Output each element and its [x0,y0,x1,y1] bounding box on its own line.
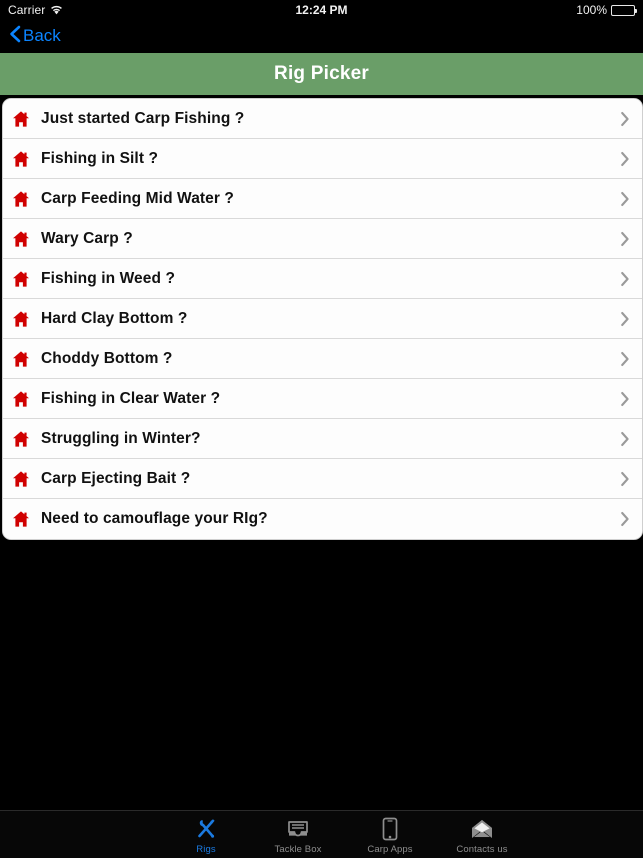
list-item[interactable]: Struggling in Winter? [3,419,642,459]
chevron-right-icon[interactable] [620,311,630,327]
status-bar-left: Carrier [8,3,63,17]
chevron-right-icon[interactable] [620,431,630,447]
list-item[interactable]: Carp Feeding Mid Water ? [3,179,642,219]
list-item-label: Choddy Bottom ? [41,349,173,367]
tab-rigs[interactable]: Rigs [160,811,252,858]
list-item-label: Fishing in Silt ? [41,149,159,167]
chevron-right-icon[interactable] [620,151,630,167]
page-title: Rig Picker [274,63,369,84]
list-item-label: Carp Ejecting Bait ? [41,469,191,487]
chevron-right-icon[interactable] [620,111,630,127]
phone-icon [381,816,399,842]
battery-full-icon [611,4,637,16]
envelope-icon [470,816,494,842]
list-item-label: Carp Feeding Mid Water ? [41,189,235,207]
list-item[interactable]: Choddy Bottom ? [3,339,642,379]
tab-label: Tackle Box [274,844,322,855]
content-area: Just started Carp Fishing ? Fishing in Si… [0,95,643,810]
home-icon [11,309,31,329]
tab-label: Rigs [196,844,216,855]
list-item[interactable]: Fishing in Clear Water ? [3,379,642,419]
list-item[interactable]: Just started Carp Fishing ? [3,99,642,139]
chevron-left-icon [9,24,21,49]
list-item[interactable]: Wary Carp ? [3,219,642,259]
tab-label: Contacts us [456,844,508,855]
rig-list: Just started Carp Fishing ? Fishing in Si… [2,98,643,540]
list-item[interactable]: Carp Ejecting Bait ? [3,459,642,499]
home-icon [11,189,31,209]
list-item[interactable]: Fishing in Silt ? [3,139,642,179]
list-item-label: Wary Carp ? [41,229,133,247]
back-button[interactable]: Back [9,24,61,49]
list-item-label: Fishing in Clear Water ? [41,389,221,407]
header-bar: Rig Picker [0,52,643,95]
status-bar-right: 100% [576,3,637,17]
clock-label: 12:24 PM [295,3,348,17]
home-icon [11,229,31,249]
home-icon [11,149,31,169]
tab-bar-spacer [0,811,160,858]
chevron-right-icon[interactable] [620,351,630,367]
tab-label: Carp Apps [367,844,413,855]
chevron-right-icon[interactable] [620,191,630,207]
list-item-label: Hard Clay Bottom ? [41,309,188,327]
home-icon [11,389,31,409]
list-item-label: Fishing in Weed ? [41,269,176,287]
status-bar: Carrier 12:24 PM 100% [0,0,643,20]
tools-icon [194,816,218,842]
tab-carp-apps[interactable]: Carp Apps [344,811,436,858]
back-button-label: Back [23,26,61,45]
tab-contacts-us[interactable]: Contacts us [436,811,528,858]
list-item[interactable]: Need to camouflage your RIg? [3,499,642,539]
battery-percent-label: 100% [576,3,607,17]
list-item[interactable]: Hard Clay Bottom ? [3,299,642,339]
tray-icon [286,816,310,842]
chevron-right-icon[interactable] [620,471,630,487]
home-icon [11,349,31,369]
list-item[interactable]: Fishing in Weed ? [3,259,642,299]
chevron-right-icon[interactable] [620,391,630,407]
home-icon [11,509,31,529]
app-root: Carrier 12:24 PM 100% Back Rig Picker Ju… [0,0,643,858]
chevron-right-icon[interactable] [620,511,630,527]
tab-tackle-box[interactable]: Tackle Box [252,811,344,858]
home-icon [11,109,31,129]
wifi-icon [50,5,63,15]
home-icon [11,269,31,289]
list-item-label: Just started Carp Fishing ? [41,109,245,127]
tab-bar: Rigs Tackle Box Carp Apps Contacts us [0,810,643,858]
home-icon [11,469,31,489]
list-item-label: Need to camouflage your RIg? [41,510,268,527]
chevron-right-icon[interactable] [620,271,630,287]
home-icon [11,429,31,449]
chevron-right-icon[interactable] [620,231,630,247]
nav-bar: Back [0,20,643,52]
carrier-label: Carrier [8,3,46,17]
list-item-label: Struggling in Winter? [41,429,201,447]
